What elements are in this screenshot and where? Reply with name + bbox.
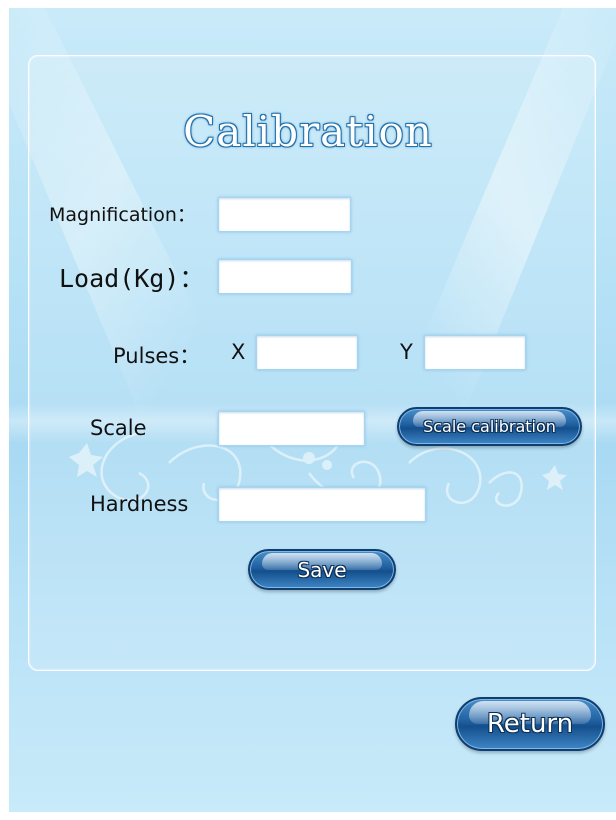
save-button-label: Save [297,557,347,582]
return-button-label: Return [486,709,574,739]
magnification-label: Magnification： [49,204,196,226]
pulses-y-label: Y [400,340,413,364]
page-title: Calibration [183,107,433,156]
scale-label: Scale [90,416,147,440]
scale-calibration-button-label: Scale calibration [423,417,556,436]
hardness-field[interactable] [218,487,426,522]
pulses-label: Pulses： [113,344,201,368]
pulses-x-label: X [231,340,246,364]
pulses-x-field[interactable] [256,335,358,370]
load-label: Load(Kg)： [59,264,205,293]
scale-field[interactable] [218,411,365,446]
pulses-y-field[interactable] [424,335,526,370]
hardness-label: Hardness [90,492,189,516]
scale-calibration-button[interactable]: Scale calibration [397,407,582,446]
load-field[interactable] [218,259,352,294]
magnification-field[interactable] [218,197,351,232]
save-button[interactable]: Save [248,549,396,590]
return-button[interactable]: Return [455,697,605,751]
